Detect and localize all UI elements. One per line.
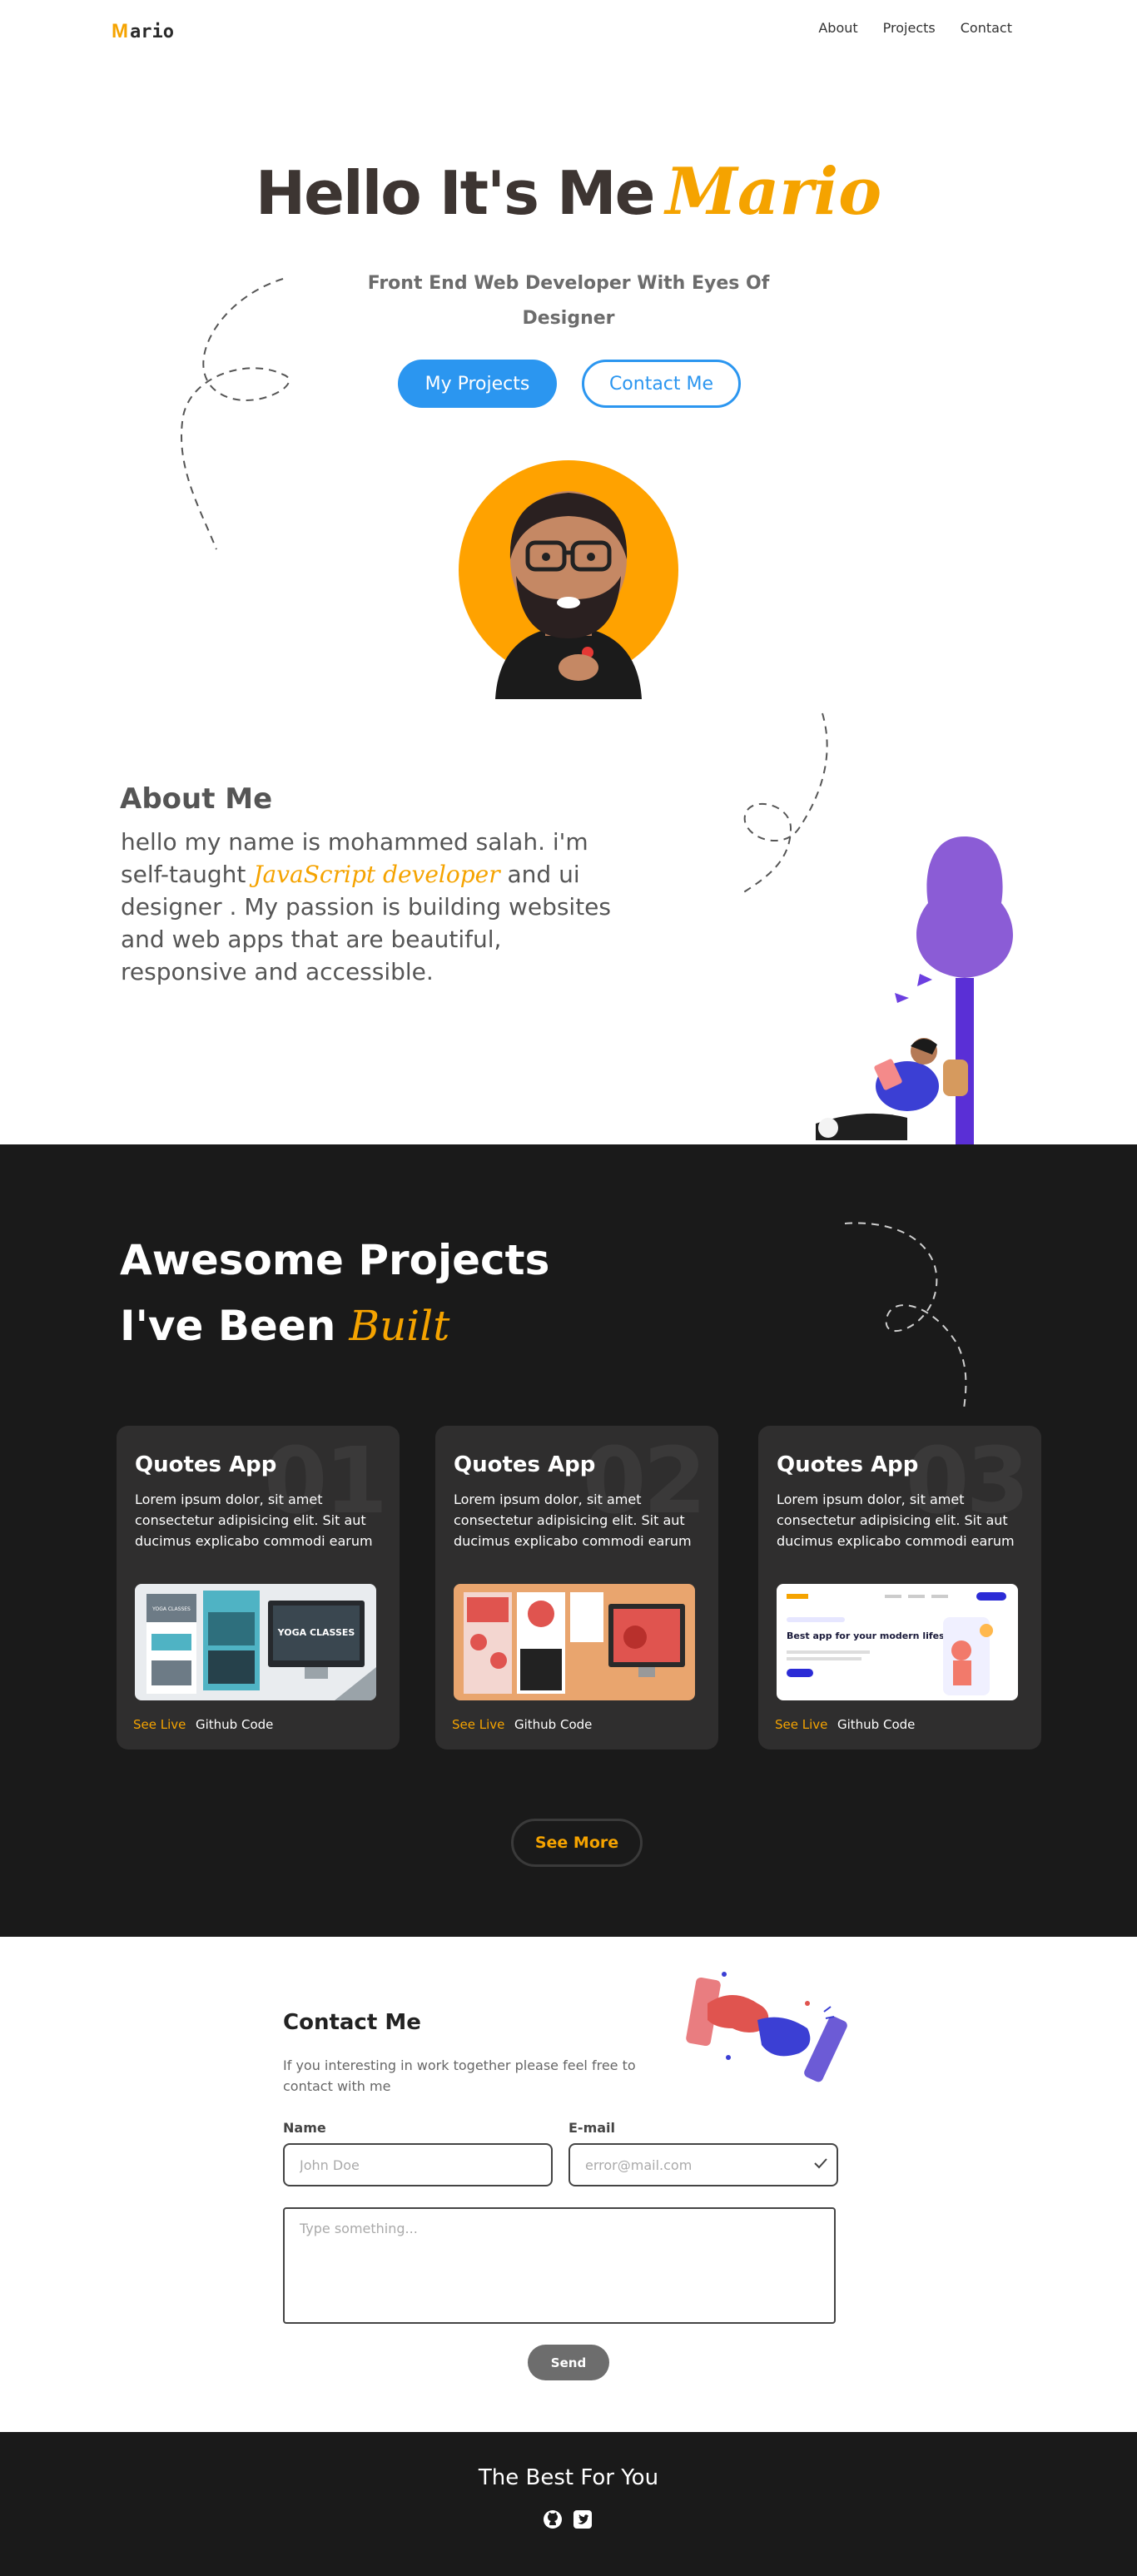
contact-section: Contact Me If you interesting in work to… xyxy=(0,1937,1137,2432)
projects-title-line2: I've Been xyxy=(120,1302,336,1350)
github-icon[interactable] xyxy=(543,2509,563,2529)
project-card: 01 Quotes App Lorem ipsum dolor, sit ame… xyxy=(117,1426,400,1750)
hero-title-name: Mario xyxy=(665,154,882,230)
hero-subtitle: Front End Web Developer With Eyes Of Des… xyxy=(367,273,770,329)
preview-text: Best app for your modern lifestyle xyxy=(787,1630,964,1641)
avatar-illustration xyxy=(459,460,678,699)
see-live-link[interactable]: See Live xyxy=(133,1717,186,1732)
contact-me-button[interactable]: Contact Me xyxy=(582,360,741,408)
send-button[interactable]: Send xyxy=(528,2345,609,2380)
about-title: About Me xyxy=(120,782,273,816)
name-label: Name xyxy=(283,2120,326,2136)
project-description: Lorem ipsum dolor, sit amet consectetur … xyxy=(454,1491,692,1549)
project-title: Quotes App xyxy=(454,1452,596,1477)
about-text: hello my name is mohammed salah. i'm sel… xyxy=(121,826,620,988)
preview-text: YOGA CLASSES xyxy=(277,1627,355,1638)
projects-section: Awesome Projects I've Been Built 01 Quote… xyxy=(0,1144,1137,1937)
projects-title: Awesome Projects I've Been Built xyxy=(120,1228,549,1359)
about-section: About Me hello my name is mohammed salah… xyxy=(0,691,1137,1144)
hero-title-main: Hello It's Me xyxy=(255,158,656,228)
logo-mark: M xyxy=(112,20,128,42)
dashed-swirl-decoration xyxy=(844,1222,967,1410)
email-label: E-mail xyxy=(568,2120,616,2136)
reading-person-illustration xyxy=(816,836,1013,1144)
check-icon xyxy=(814,2158,827,2169)
github-code-link[interactable]: Github Code xyxy=(514,1717,592,1732)
see-live-link[interactable]: See Live xyxy=(775,1717,827,1732)
logo[interactable]: M ario xyxy=(112,20,174,43)
preview-text: YOGA CLASSES xyxy=(151,1606,191,1612)
contact-title: Contact Me xyxy=(283,2010,421,2035)
footer-text: The Best For You xyxy=(478,2465,659,2490)
footer: The Best For You xyxy=(0,2432,1137,2576)
nav-link-projects[interactable]: Projects xyxy=(883,20,936,36)
project-title: Quotes App xyxy=(135,1452,277,1477)
project-card: 02 Quotes App Lorem ipsum dolor, sit ame… xyxy=(435,1426,718,1750)
hero-title: Hello It's Me Mario xyxy=(0,154,1137,230)
about-text-highlight: JavaScript developer xyxy=(253,861,500,888)
dashed-swirl-decoration xyxy=(181,278,290,550)
project-preview-image xyxy=(454,1584,695,1700)
project-title: Quotes App xyxy=(777,1452,919,1477)
github-code-link[interactable]: Github Code xyxy=(837,1717,915,1732)
nav-link-about[interactable]: About xyxy=(818,20,857,36)
project-preview-image: Best app for your modern lifestyle xyxy=(777,1584,1018,1700)
see-more-button[interactable]: See More xyxy=(511,1819,643,1867)
project-description: Lorem ipsum dolor, sit amet consectetur … xyxy=(135,1491,373,1549)
see-live-link[interactable]: See Live xyxy=(452,1717,504,1732)
message-field[interactable] xyxy=(283,2207,836,2324)
nav-link-contact[interactable]: Contact xyxy=(961,20,1012,36)
email-field[interactable] xyxy=(568,2143,838,2186)
handshake-illustration xyxy=(686,1972,847,2082)
contact-subtitle: If you interesting in work together plea… xyxy=(283,2057,636,2094)
nav-links: About Projects Contact xyxy=(818,20,1012,36)
social-icons xyxy=(543,2509,593,2529)
name-field[interactable] xyxy=(283,2143,553,2186)
top-nav: M ario About Projects Contact xyxy=(0,0,1137,58)
project-description: Lorem ipsum dolor, sit amet consectetur … xyxy=(777,1491,1015,1549)
github-code-link[interactable]: Github Code xyxy=(196,1717,273,1732)
logo-text: ario xyxy=(130,21,174,42)
my-projects-button[interactable]: My Projects xyxy=(398,360,557,408)
projects-title-line1: Awesome Projects xyxy=(120,1236,550,1284)
twitter-icon[interactable] xyxy=(573,2509,593,2529)
project-card: 03 Quotes App Lorem ipsum dolor, sit ame… xyxy=(758,1426,1041,1750)
hero-section: Hello It's Me Mario Front End Web Develop… xyxy=(0,58,1137,699)
project-preview-image: YOGA CLASSES YOGA CLASSES xyxy=(135,1584,376,1700)
projects-title-highlight: Built xyxy=(349,1302,450,1350)
